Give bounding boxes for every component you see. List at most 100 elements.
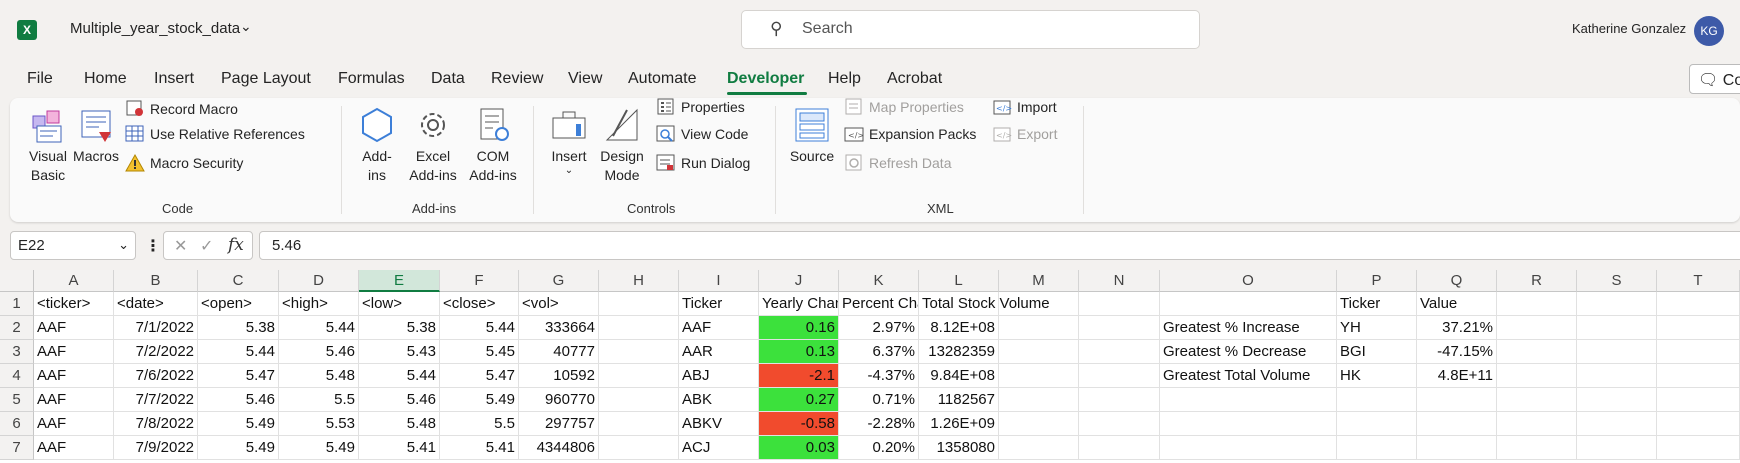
name-box[interactable]: E22 ⌄ [10, 231, 136, 260]
cell-l7[interactable]: 1358080 [919, 436, 999, 460]
cell-k6[interactable]: -2.28% [839, 412, 919, 436]
cell[interactable] [1079, 340, 1160, 364]
cell-a4[interactable]: AAF [34, 364, 114, 388]
run-dialog-button[interactable]: Run Dialog [656, 154, 750, 172]
visual-basic-button[interactable]: Visual Basic [26, 106, 70, 185]
insert-control-button[interactable]: Insert ⌄ [547, 106, 591, 176]
cell[interactable] [1497, 364, 1577, 388]
tab-insert[interactable]: Insert [154, 70, 194, 88]
cell[interactable] [1657, 388, 1740, 412]
search-box[interactable]: ⚲ Search [741, 10, 1200, 49]
record-macro-button[interactable]: Record Macro [125, 98, 238, 120]
cell[interactable] [1577, 364, 1657, 388]
cell[interactable] [1160, 412, 1337, 436]
cell-f6[interactable]: 5.5 [440, 412, 519, 436]
column-header-d[interactable]: D [279, 270, 359, 292]
row-header-3[interactable]: 3 [0, 340, 34, 364]
cell[interactable] [999, 388, 1079, 412]
cell-j6[interactable]: -0.58 [759, 412, 839, 436]
cell-d1[interactable]: <high> [279, 292, 359, 316]
cell-l4[interactable]: 9.84E+08 [919, 364, 999, 388]
cell-k2[interactable]: 2.97% [839, 316, 919, 340]
column-header-b[interactable]: B [114, 270, 198, 292]
column-header-n[interactable]: N [1079, 270, 1160, 292]
cell-f1[interactable]: <close> [440, 292, 519, 316]
tab-review[interactable]: Review [491, 70, 543, 88]
cell[interactable] [1497, 436, 1577, 460]
row-header-2[interactable]: 2 [0, 316, 34, 340]
column-header-j[interactable]: J [759, 270, 839, 292]
cell-q3[interactable]: -47.15% [1417, 340, 1497, 364]
cell-p2[interactable]: YH [1337, 316, 1417, 340]
cell[interactable] [1657, 340, 1740, 364]
cell-q1[interactable]: Value [1417, 292, 1497, 316]
column-header-h[interactable]: H [599, 270, 679, 292]
cell[interactable] [1657, 316, 1740, 340]
cell-c3[interactable]: 5.44 [198, 340, 279, 364]
cell-c1[interactable]: <open> [198, 292, 279, 316]
column-header-a[interactable]: A [34, 270, 114, 292]
import-button[interactable]: </> Import [992, 98, 1057, 116]
cancel-icon[interactable]: ✕ [174, 236, 187, 256]
cell[interactable] [599, 340, 679, 364]
cell-i5[interactable]: ABK [679, 388, 759, 412]
cell-d5[interactable]: 5.5 [279, 388, 359, 412]
com-add-ins-button[interactable]: COM Add-ins [466, 106, 520, 185]
cell[interactable] [1497, 340, 1577, 364]
cell[interactable] [599, 388, 679, 412]
column-header-c[interactable]: C [198, 270, 279, 292]
cell-a3[interactable]: AAF [34, 340, 114, 364]
map-properties-button[interactable]: Map Properties [844, 98, 964, 116]
cell-d6[interactable]: 5.53 [279, 412, 359, 436]
cell-k3[interactable]: 6.37% [839, 340, 919, 364]
cell-g7[interactable]: 4344806 [519, 436, 599, 460]
cell[interactable] [1160, 292, 1337, 316]
cell[interactable] [1657, 292, 1740, 316]
cell-f7[interactable]: 5.41 [440, 436, 519, 460]
cell-o2[interactable]: Greatest % Increase [1160, 316, 1337, 340]
source-button[interactable]: Source [787, 106, 837, 166]
cell-j2[interactable]: 0.16 [759, 316, 839, 340]
cell-l6[interactable]: 1.26E+09 [919, 412, 999, 436]
cell-l2[interactable]: 8.12E+08 [919, 316, 999, 340]
design-mode-button[interactable]: Design Mode [597, 106, 647, 185]
cell-d7[interactable]: 5.49 [279, 436, 359, 460]
cell[interactable] [1337, 412, 1417, 436]
cell-b7[interactable]: 7/9/2022 [114, 436, 198, 460]
cell[interactable] [999, 364, 1079, 388]
cell[interactable] [1497, 412, 1577, 436]
avatar[interactable]: KG [1694, 16, 1724, 46]
column-header-e[interactable]: E [359, 270, 440, 292]
cell-e5[interactable]: 5.46 [359, 388, 440, 412]
cell[interactable] [1160, 388, 1337, 412]
column-header-o[interactable]: O [1160, 270, 1337, 292]
cell-i3[interactable]: AAR [679, 340, 759, 364]
chevron-down-icon[interactable]: ⌄ [240, 18, 252, 35]
cell-l3[interactable]: 13282359 [919, 340, 999, 364]
tab-developer[interactable]: Developer [727, 70, 804, 88]
cell-k1[interactable]: Percent Change [839, 292, 919, 316]
cell[interactable] [1079, 436, 1160, 460]
document-title[interactable]: Multiple_year_stock_data [70, 20, 240, 37]
cell[interactable] [1079, 388, 1160, 412]
cell[interactable] [1079, 316, 1160, 340]
cell-c4[interactable]: 5.47 [198, 364, 279, 388]
cell-f3[interactable]: 5.45 [440, 340, 519, 364]
cell-c7[interactable]: 5.49 [198, 436, 279, 460]
cell-k4[interactable]: -4.37% [839, 364, 919, 388]
cell-l5[interactable]: 1182567 [919, 388, 999, 412]
cell-p4[interactable]: HK [1337, 364, 1417, 388]
cell[interactable] [1079, 292, 1160, 316]
cell-l1[interactable]: Total Stock Volume [919, 292, 1050, 316]
search-input[interactable]: Search [802, 20, 853, 38]
cell-i4[interactable]: ABJ [679, 364, 759, 388]
column-header-f[interactable]: F [440, 270, 519, 292]
cell[interactable] [599, 316, 679, 340]
cell[interactable] [1497, 292, 1577, 316]
cell-d2[interactable]: 5.44 [279, 316, 359, 340]
cell[interactable] [1657, 412, 1740, 436]
cell[interactable] [1417, 388, 1497, 412]
cell-e4[interactable]: 5.44 [359, 364, 440, 388]
view-code-button[interactable]: View Code [656, 125, 748, 143]
row-header-5[interactable]: 5 [0, 388, 34, 412]
